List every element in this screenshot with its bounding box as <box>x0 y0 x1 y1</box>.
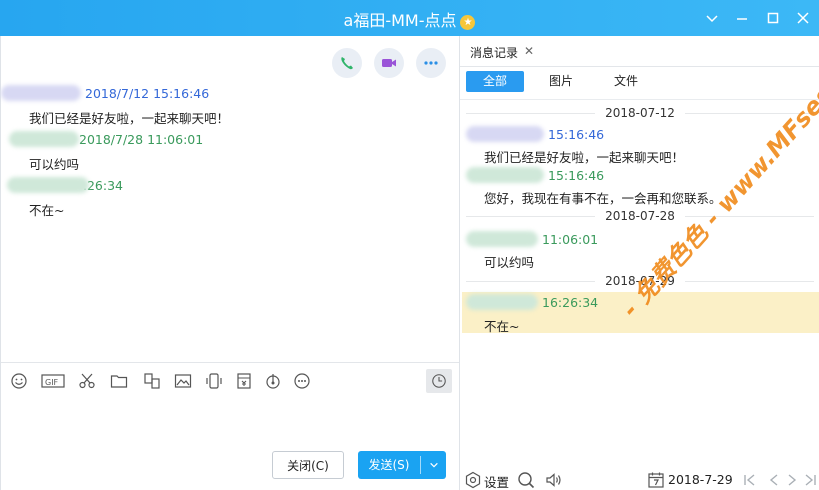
music-icon[interactable] <box>263 371 283 391</box>
video-call-button[interactable] <box>374 48 404 78</box>
current-date: 2018-7-29 <box>668 472 733 487</box>
blurred-sender-name <box>466 126 544 142</box>
phone-icon <box>341 57 353 70</box>
history-entry-text: 不在~ <box>484 319 520 334</box>
svg-text:GIF: GIF <box>45 378 59 387</box>
more-options-button[interactable] <box>416 48 446 78</box>
calendar-icon[interactable] <box>646 470 666 490</box>
window-title: a福田-MM-点点 ★ <box>0 7 819 31</box>
history-entry-header: 15:16:46 <box>466 167 604 183</box>
blurred-sender-name <box>466 231 538 247</box>
title-bar: a福田-MM-点点 ★ <box>0 0 819 36</box>
clock-icon <box>432 374 446 388</box>
history-entry-header: 11:06:01 <box>466 231 598 247</box>
minimize-button[interactable] <box>733 9 751 27</box>
last-page-icon[interactable] <box>800 470 819 490</box>
message-time: 2018/7/12 15:16:46 <box>85 86 210 101</box>
tab-message-history[interactable]: 消息记录 ✕ <box>460 36 544 66</box>
close-button[interactable]: 关闭(C) <box>272 451 344 479</box>
message-text: 我们已经是好友啦，一起来聊天吧！ <box>29 111 230 126</box>
message-time: 11:06:01 <box>542 232 599 247</box>
filter-images[interactable]: 图片 <box>540 71 582 92</box>
filter-files[interactable]: 文件 <box>605 71 647 92</box>
date-separator: 2018-07-12 <box>460 106 819 120</box>
prev-page-icon[interactable] <box>764 470 784 490</box>
history-entry-text: 我们已经是好友啦，一起来聊天吧！ <box>484 150 685 165</box>
video-camera-icon <box>382 59 396 67</box>
chat-pane: 2018/7/12 15:16:46 我们已经是好友啦，一起来聊天吧！ 2018… <box>0 36 460 490</box>
blurred-sender-name <box>9 131 79 147</box>
gif-icon[interactable]: GIF <box>41 371 65 391</box>
date-separator: 2018-07-28 <box>460 209 819 223</box>
next-page-icon[interactable] <box>782 470 802 490</box>
folder-icon[interactable] <box>109 371 129 391</box>
search-icon[interactable] <box>516 470 536 490</box>
blurred-sender-name <box>466 167 544 183</box>
message-time: 2018/7/28 11:06:01 <box>79 132 204 147</box>
emoji-icon[interactable] <box>9 371 29 391</box>
document-icon[interactable] <box>142 371 162 391</box>
history-pane: 消息记录 ✕ 全部 图片 文件 2018-07-12 15:16:46 我们已经… <box>459 36 819 490</box>
divider <box>460 99 819 100</box>
chevron-down-icon[interactable] <box>703 9 721 27</box>
maximize-button[interactable] <box>764 9 782 27</box>
divider <box>460 66 819 67</box>
message-header: .26:34 <box>1 177 123 193</box>
history-entry-text: 您好，我现在有事不在，一会再和您联系。 <box>484 191 722 206</box>
message-time: 16:26:34 <box>542 295 599 310</box>
message-text: 不在~ <box>29 203 65 218</box>
blurred-sender-name <box>1 85 81 101</box>
date-label: 2018-07-28 <box>595 209 685 223</box>
composer-toolbar: GIF <box>1 362 460 396</box>
blurred-sender-name <box>7 177 89 193</box>
contact-name: a福田-MM-点点 <box>343 11 457 30</box>
tab-label: 消息记录 <box>470 46 519 60</box>
history-entry-text: 可以约吗 <box>484 255 535 270</box>
send-button[interactable]: 发送(S) <box>358 451 446 479</box>
shake-icon[interactable] <box>204 371 224 391</box>
history-entry-header: 16:26:34 <box>466 294 598 310</box>
message-time: 15:16:46 <box>548 127 605 142</box>
message-time: .26:34 <box>83 178 123 193</box>
blurred-sender-name <box>466 294 538 310</box>
filter-all[interactable]: 全部 <box>466 71 524 92</box>
send-label: 发送(S) <box>368 458 410 472</box>
chevron-down-icon[interactable] <box>421 451 446 479</box>
close-tab-icon[interactable]: ✕ <box>524 44 534 58</box>
more-tools-icon[interactable] <box>292 371 312 391</box>
settings-label[interactable]: 设置 <box>484 472 509 490</box>
history-footer: 设置 2018-7-29 <box>460 462 819 490</box>
red-packet-icon[interactable] <box>234 371 254 391</box>
history-entry-header: 15:16:46 <box>466 126 604 142</box>
message-header: 2018/7/12 15:16:46 <box>1 85 209 101</box>
ellipsis-icon <box>424 61 438 65</box>
close-window-button[interactable] <box>794 9 812 27</box>
message-time: 15:16:46 <box>548 168 605 183</box>
scissors-icon[interactable] <box>77 371 97 391</box>
first-page-icon[interactable] <box>740 470 760 490</box>
date-label: 2018-07-12 <box>595 106 685 120</box>
star-badge-icon: ★ <box>460 15 476 30</box>
message-history-button[interactable] <box>426 369 452 393</box>
speaker-icon[interactable] <box>544 470 564 490</box>
message-text: 可以约吗 <box>29 157 80 172</box>
voice-call-button[interactable] <box>332 48 362 78</box>
image-icon[interactable] <box>173 371 193 391</box>
settings-icon[interactable] <box>463 470 483 490</box>
message-header: 2018/7/28 11:06:01 <box>1 131 203 147</box>
